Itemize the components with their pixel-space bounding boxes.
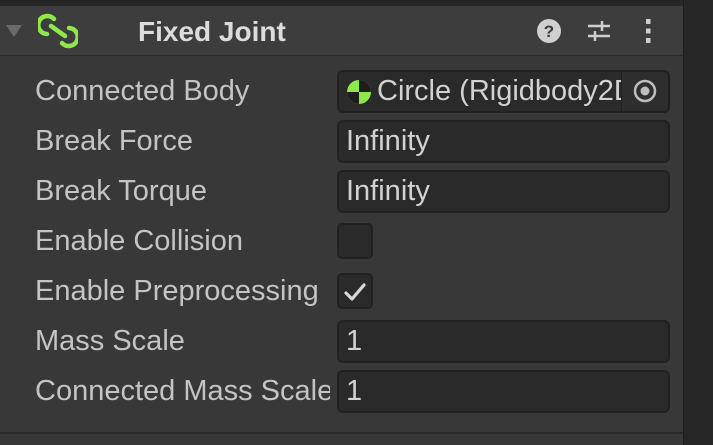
svg-text:?: ? [544,22,554,41]
component-title: Fixed Joint [138,16,286,47]
enable-collision-label: Enable Collision [35,225,243,257]
component-header[interactable]: Fixed Joint ? [0,6,683,56]
connected-body-label: Connected Body [35,75,250,107]
break-force-value[interactable]: Infinity [346,122,430,161]
connected-mass-scale-field[interactable]: 1 [337,370,670,413]
connected-mass-scale-label: Connected Mass Scale [35,375,330,407]
break-force-field[interactable]: Infinity [337,120,670,163]
help-icon[interactable]: ? [536,18,562,44]
preset-sliders-icon[interactable] [586,18,612,44]
inspector-scrollbar[interactable] [683,0,713,445]
bottom-divider [0,432,683,434]
enable-preprocessing-label: Enable Preprocessing [35,275,319,307]
mass-scale-field[interactable]: 1 [337,320,670,363]
connected-body-field[interactable]: Circle (Rigidbody2D) [337,70,670,113]
enable-collision-checkbox[interactable] [337,223,373,259]
mass-scale-value[interactable]: 1 [346,322,362,361]
fixed-joint-link-icon [38,13,78,49]
enable-preprocessing-checkbox[interactable] [337,273,373,309]
break-torque-value[interactable]: Infinity [346,172,430,211]
connected-body-value: Circle (Rigidbody2D) [377,75,622,107]
connected-mass-scale-value[interactable]: 1 [346,372,362,411]
mass-scale-label: Mass Scale [35,325,185,357]
break-torque-label: Break Torque [35,175,207,207]
object-picker-icon[interactable] [633,79,657,103]
gameobject-target-icon [347,80,371,104]
inspector-panel: Fixed Joint ? Connected Body Circle (Rig… [0,0,683,445]
checkmark-icon [344,283,366,301]
break-force-label: Break Force [35,125,193,157]
object-picker-button[interactable] [621,72,668,111]
kebab-menu-icon[interactable] [638,18,658,44]
break-torque-field[interactable]: Infinity [337,170,670,213]
foldout-arrow-icon[interactable] [6,25,22,37]
